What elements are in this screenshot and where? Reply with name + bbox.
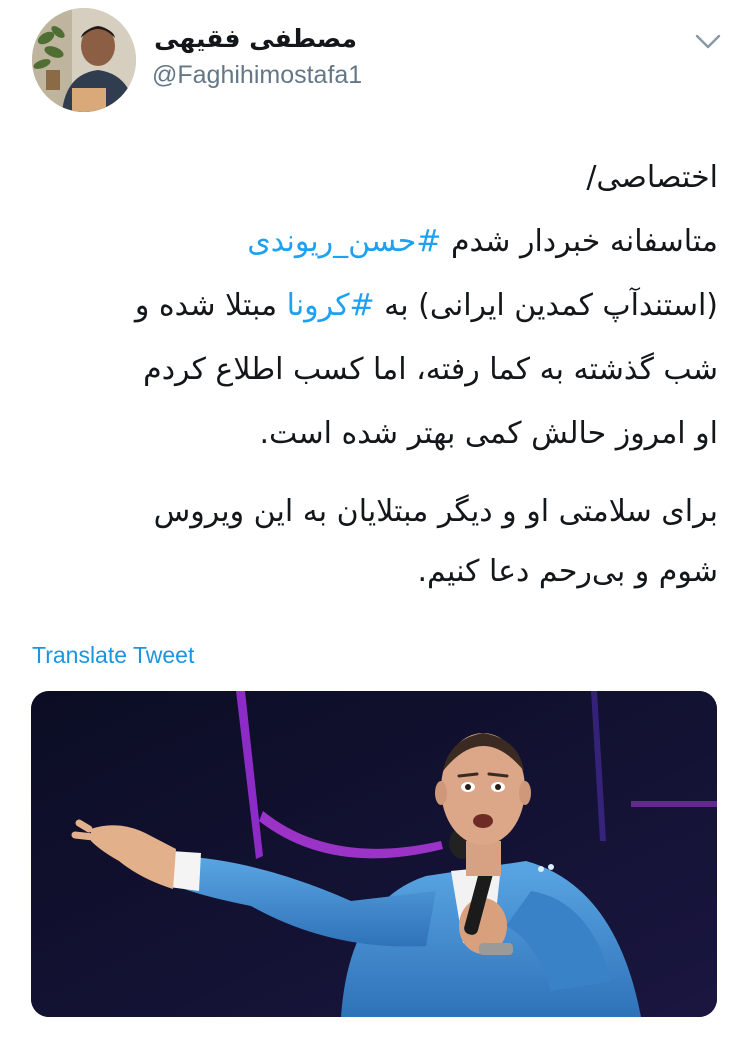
tweet-paragraph: برای سلامتی او و دیگر مبتلایان به این وی… <box>18 482 718 602</box>
avatar[interactable] <box>32 8 136 112</box>
translate-tweet-link[interactable]: Translate Tweet <box>32 640 194 670</box>
text-line: شب گذشته به کما رفته، اما کسب اطلاع کردم <box>143 352 718 387</box>
tweet-card: مصطفی فقیهی @Faghihimostafa1 اختصاصی/ مت… <box>0 0 748 1049</box>
text-line: (استندآپ کمدین ایرانی) به <box>374 288 718 323</box>
tweet-media-photo[interactable] <box>31 691 717 1017</box>
hashtag-link[interactable]: #حسن_ریوندی <box>247 224 441 259</box>
author-handle[interactable]: @Faghihimostafa1 <box>152 60 412 90</box>
chevron-down-icon[interactable] <box>688 28 728 54</box>
hashtag-link[interactable]: #کرونا <box>287 288 375 323</box>
text-line: شوم و بی‌رحم دعا کنیم. <box>417 554 718 589</box>
text-line: مبتلا شده و <box>134 288 287 323</box>
tweet-text: اختصاصی/ متاسفانه خبردار شدم #حسن_ریوندی… <box>18 146 718 602</box>
text-line: او امروز حالش کمی بهتر شده است. <box>259 416 718 451</box>
text-line: متاسفانه خبردار شدم <box>441 224 718 259</box>
author-display-name[interactable]: مصطفی فقیهی <box>152 20 357 58</box>
avatar-photo <box>32 8 136 112</box>
comedian-photo <box>31 691 717 1017</box>
text-line: اختصاصی/ <box>586 160 718 195</box>
tweet-paragraph: اختصاصی/ متاسفانه خبردار شدم #حسن_ریوندی… <box>18 146 718 466</box>
text-line: برای سلامتی او و دیگر مبتلایان به این وی… <box>153 494 718 529</box>
author-info: مصطفی فقیهی @Faghihimostafa1 <box>152 20 412 90</box>
